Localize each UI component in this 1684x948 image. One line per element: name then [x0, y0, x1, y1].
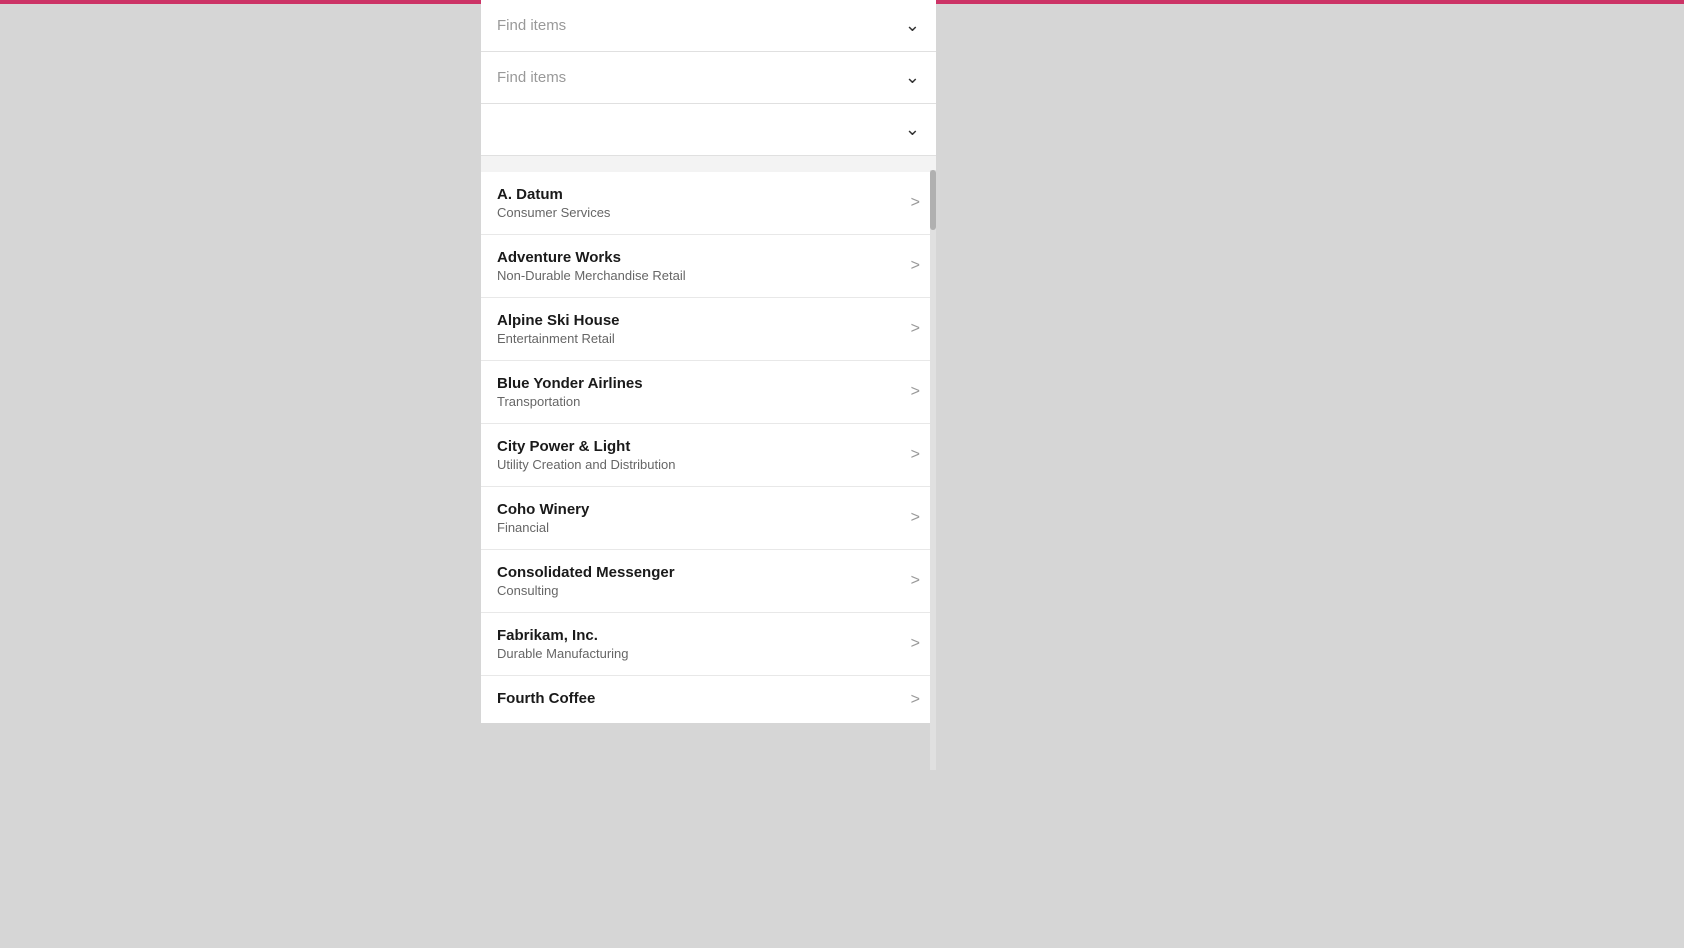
list-item[interactable]: A. Datum Consumer Services > — [481, 172, 936, 235]
list-item-title: A. Datum — [497, 186, 903, 203]
list-item[interactable]: Blue Yonder Airlines Transportation > — [481, 361, 936, 424]
list-item-subtitle: Durable Manufacturing — [497, 646, 903, 661]
list-item-title: Fabrikam, Inc. — [497, 627, 903, 644]
list-item-title: Alpine Ski House — [497, 312, 903, 329]
list-item-content: City Power & Light Utility Creation and … — [497, 438, 903, 472]
filter-bar-2[interactable]: Find items ⌄ — [481, 52, 936, 104]
list-item-chevron: > — [911, 383, 920, 401]
list-item-content: Alpine Ski House Entertainment Retail — [497, 312, 903, 346]
list-item-title: Fourth Coffee — [497, 690, 903, 707]
list-item-subtitle: Consulting — [497, 583, 903, 598]
list-item[interactable]: Fabrikam, Inc. Durable Manufacturing > — [481, 613, 936, 676]
list-item-subtitle: Financial — [497, 520, 903, 535]
list-item-subtitle: Utility Creation and Distribution — [497, 457, 903, 472]
list-item-subtitle: Entertainment Retail — [497, 331, 903, 346]
filter-bar-1-chevron: ⌄ — [905, 15, 920, 36]
filter-bar-2-chevron: ⌄ — [905, 67, 920, 88]
filter-bar-3[interactable]: ⌄ — [481, 104, 936, 156]
list-item-content: Blue Yonder Airlines Transportation — [497, 375, 903, 409]
list-item[interactable]: Adventure Works Non-Durable Merchandise … — [481, 235, 936, 298]
list-item-chevron: > — [911, 691, 920, 709]
list-item-content: Fabrikam, Inc. Durable Manufacturing — [497, 627, 903, 661]
list-item-chevron: > — [911, 635, 920, 653]
list-item[interactable]: Coho Winery Financial > — [481, 487, 936, 550]
list-item-subtitle: Consumer Services — [497, 205, 903, 220]
list-item[interactable]: Alpine Ski House Entertainment Retail > — [481, 298, 936, 361]
list-item-content: Fourth Coffee — [497, 690, 903, 709]
filter-bar-2-label: Find items — [497, 69, 566, 86]
list-item-chevron: > — [911, 572, 920, 590]
filter-bar-3-chevron: ⌄ — [905, 119, 920, 140]
list-item-chevron: > — [911, 257, 920, 275]
list-item[interactable]: Consolidated Messenger Consulting > — [481, 550, 936, 613]
list-item-title: Coho Winery — [497, 501, 903, 518]
scrollbar-track[interactable] — [930, 170, 936, 770]
list-item[interactable]: City Power & Light Utility Creation and … — [481, 424, 936, 487]
list-item-subtitle: Non-Durable Merchandise Retail — [497, 268, 903, 283]
list-item-chevron: > — [911, 509, 920, 527]
scrollbar-thumb[interactable] — [930, 170, 936, 230]
spacer — [481, 156, 936, 164]
list-item[interactable]: Fourth Coffee > — [481, 676, 936, 723]
list-item-title: City Power & Light — [497, 438, 903, 455]
list-item-chevron: > — [911, 446, 920, 464]
list-item-content: Adventure Works Non-Durable Merchandise … — [497, 249, 903, 283]
list-item-title: Blue Yonder Airlines — [497, 375, 903, 392]
list-item-title: Adventure Works — [497, 249, 903, 266]
list-item-subtitle: Transportation — [497, 394, 903, 409]
list-item-chevron: > — [911, 320, 920, 338]
list-item-content: A. Datum Consumer Services — [497, 186, 903, 220]
main-panel: Find items ⌄ Find items ⌄ ⌄ A. Datum Con… — [481, 0, 936, 723]
filter-bar-1-label: Find items — [497, 17, 566, 34]
list-item-content: Consolidated Messenger Consulting — [497, 564, 903, 598]
accounts-list: A. Datum Consumer Services > Adventure W… — [481, 172, 936, 723]
list-item-chevron: > — [911, 194, 920, 212]
list-item-content: Coho Winery Financial — [497, 501, 903, 535]
list-item-title: Consolidated Messenger — [497, 564, 903, 581]
filter-bar-1[interactable]: Find items ⌄ — [481, 0, 936, 52]
